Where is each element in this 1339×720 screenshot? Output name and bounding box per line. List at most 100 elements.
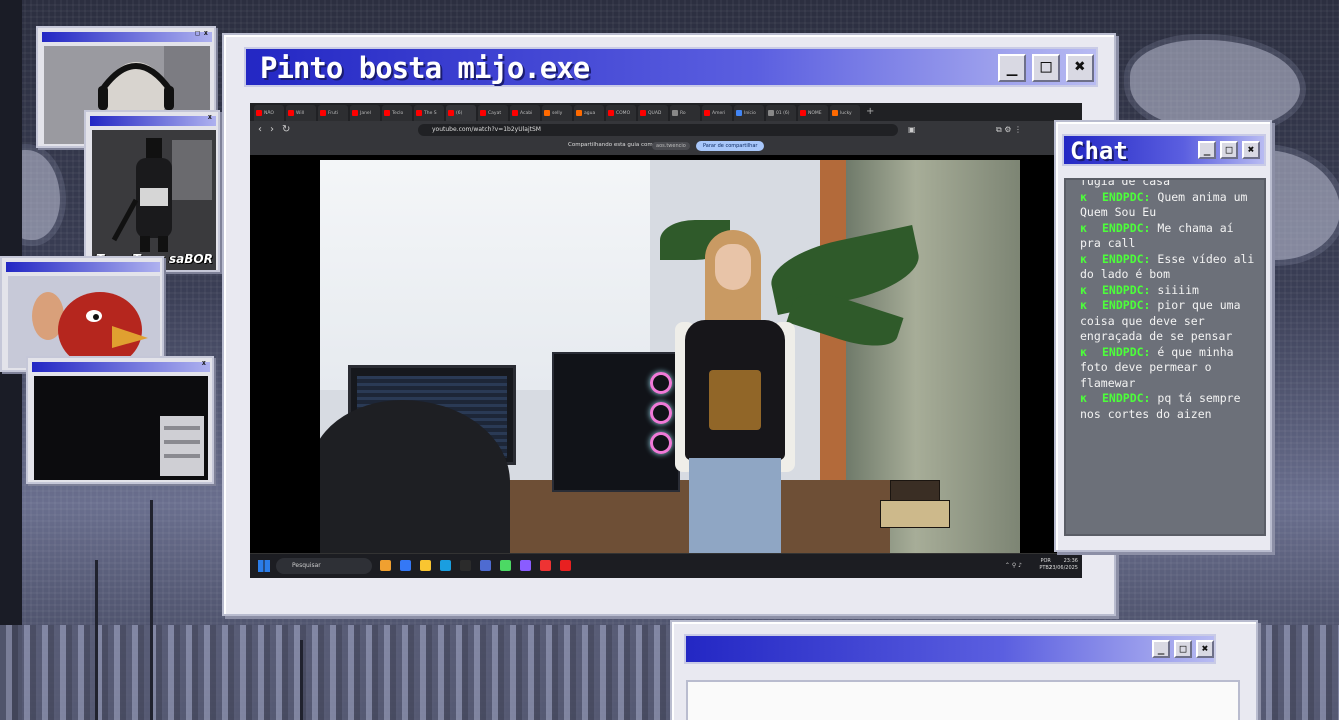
taskbar-search[interactable]: Pesquisar [276, 558, 372, 574]
browser-tab[interactable]: Will [286, 105, 316, 121]
tab-label: Janel [360, 110, 371, 116]
tab-label: Ameri [712, 110, 726, 116]
maximize-button[interactable]: □ [1220, 141, 1238, 159]
video-box [890, 480, 940, 502]
chat-titlebar[interactable]: Chat _ □ ✖ [1062, 134, 1266, 166]
browser-tab[interactable]: Fruti [318, 105, 348, 121]
webcam-window-2[interactable]: x Tung Tung saBOR [84, 110, 220, 272]
browser-tab[interactable]: selly [542, 105, 572, 121]
reload-icon[interactable]: ↻ [282, 124, 290, 136]
taskbar-search-placeholder: Pesquisar [292, 562, 321, 569]
chat-partial-message: fugia de casa [1080, 178, 1171, 188]
browser-tab[interactable]: Acabi [510, 105, 540, 121]
browser-tab[interactable]: Ameri [702, 105, 732, 121]
webcam-titlebar[interactable] [32, 362, 210, 372]
chat-window[interactable]: Chat _ □ ✖ fugia de casa ĸ ENDPDC: Quem a… [1054, 120, 1272, 552]
taskbar-app-icon[interactable] [460, 560, 471, 571]
red-bird-character-icon [8, 276, 160, 368]
taskbar-app-icon[interactable] [560, 560, 571, 571]
tab-label: agua [584, 110, 596, 116]
taskbar-app-icon[interactable] [520, 560, 531, 571]
tab-sharing-bar: Compartilhando esta guia com aos.twencio… [250, 139, 1082, 155]
browser-tab[interactable]: Cayat [478, 105, 508, 121]
webcam-titlebar[interactable] [42, 32, 212, 42]
taskbar-app-icon[interactable] [480, 560, 491, 571]
tab-label: QUAD [648, 110, 662, 116]
url-text: youtube.com/watch?v=1b2yUlajtSM [432, 126, 541, 133]
minimize-button[interactable]: _ [998, 54, 1026, 82]
minimize-button[interactable]: _ [1198, 141, 1216, 159]
chat-username: ENDPDC: [1102, 220, 1151, 235]
browser-toolbar: ‹ › ↻ youtube.com/watch?v=1b2yUlajtSM ▣ … [250, 121, 1082, 139]
tab-favicon-icon [384, 110, 390, 116]
video-player[interactable] [320, 160, 1020, 553]
tab-favicon-icon [672, 110, 678, 116]
forward-icon[interactable]: › [270, 124, 274, 136]
address-bar[interactable]: youtube.com/watch?v=1b2yUlajtSM [418, 124, 898, 136]
browser-tab[interactable]: COMO [606, 105, 636, 121]
browser-tab[interactable]: lucky [830, 105, 860, 121]
windows-start-icon[interactable] [258, 560, 270, 572]
taskbar-app-icon[interactable] [420, 560, 431, 571]
chat-messages[interactable]: fugia de casa ĸ ENDPDC: Quem anima um Que… [1064, 178, 1266, 536]
window-controls-icon[interactable]: □ x [195, 29, 208, 37]
sharing-target-chip[interactable]: aos.twencio [652, 142, 690, 150]
browser-tab[interactable]: The S [414, 105, 444, 121]
bottom-window-titlebar[interactable]: _ □ ✖ [684, 634, 1216, 664]
extensions-icon[interactable]: ▣ [908, 124, 916, 136]
browser-tab[interactable]: Teclo [382, 105, 412, 121]
maximize-button[interactable]: □ [1174, 640, 1192, 658]
minimize-button[interactable]: _ [1152, 640, 1170, 658]
bottle-character-icon [92, 130, 216, 270]
browser-tab[interactable]: 01 (6) [766, 105, 796, 121]
maximize-button[interactable]: □ [1032, 54, 1060, 82]
tab-favicon-icon [736, 110, 742, 116]
chat-message: ĸ ENDPDC: Quem anima um Quem Sou Eu [1080, 190, 1260, 221]
close-button[interactable]: ✖ [1066, 54, 1094, 82]
webcam-window-4[interactable]: x [26, 356, 214, 484]
chat-user-badge-icon: ĸ [1080, 391, 1087, 405]
webcam-window-3[interactable] [0, 256, 164, 372]
browser-tab[interactable]: QUAD [638, 105, 668, 121]
clock-date: 23/06/2025 [1049, 565, 1078, 571]
browser-tab[interactable]: NÃO [254, 105, 284, 121]
back-icon[interactable]: ‹ [258, 124, 262, 136]
chat-message: ĸ ENDPDC: pior que uma coisa que deve ser… [1080, 298, 1260, 345]
video-gaming-pc [552, 352, 680, 492]
video-presenter [675, 230, 795, 553]
main-window-titlebar[interactable]: Pinto bosta mijo.exe _ □ ✖ [244, 47, 1098, 87]
tab-label: Will [296, 110, 305, 116]
clock-time: 23:36 [1063, 558, 1078, 564]
main-window[interactable]: Pinto bosta mijo.exe _ □ ✖ NÃO Will Frut… [222, 33, 1116, 616]
browser-tab[interactable]: NOME [798, 105, 828, 121]
background-tree [300, 640, 303, 720]
taskbar-clock[interactable]: 23:36 23/06/2025 [1049, 558, 1078, 572]
browser-tab[interactable]: agua [574, 105, 604, 121]
taskbar-app-icon[interactable] [440, 560, 451, 571]
close-button[interactable]: ✖ [1196, 640, 1214, 658]
browser-tab[interactable]: (6) [446, 105, 476, 121]
close-icon[interactable]: x [202, 359, 206, 367]
taskbar-app-icon[interactable] [540, 560, 551, 571]
toolbar-icons[interactable]: ⧉ ⚙ ⋮ [996, 124, 1022, 136]
meme-image [8, 276, 160, 368]
taskbar-app-icon[interactable] [380, 560, 391, 571]
stop-sharing-button[interactable]: Parar de compartilhar [696, 141, 765, 151]
browser-tab[interactable]: Ro [670, 105, 700, 121]
browser-tab[interactable]: Início [734, 105, 764, 121]
browser-tab[interactable]: Janel [350, 105, 380, 121]
close-icon[interactable]: x [208, 113, 212, 121]
chat-message: ĸ ENDPDC: Me chama aí pra call [1080, 221, 1260, 252]
webcam-titlebar[interactable] [90, 116, 216, 126]
bottom-window[interactable]: _ □ ✖ [670, 620, 1258, 720]
taskbar-app-icon[interactable] [400, 560, 411, 571]
taskbar-app-icon[interactable] [500, 560, 511, 571]
system-tray-icons[interactable]: ⌃ ⚲ ♪ [1005, 562, 1022, 569]
chat-message: ĸ ENDPDC: Esse vídeo ali do lado é bom [1080, 252, 1260, 283]
close-button[interactable]: ✖ [1242, 141, 1260, 159]
chat-message: ĸ ENDPDC: é que minha foto deve permear o… [1080, 345, 1260, 392]
new-tab-button[interactable]: + [862, 105, 878, 121]
webcam-titlebar[interactable] [6, 262, 160, 272]
chat-username: ENDPDC: [1102, 344, 1151, 359]
tab-label: selly [552, 110, 563, 116]
